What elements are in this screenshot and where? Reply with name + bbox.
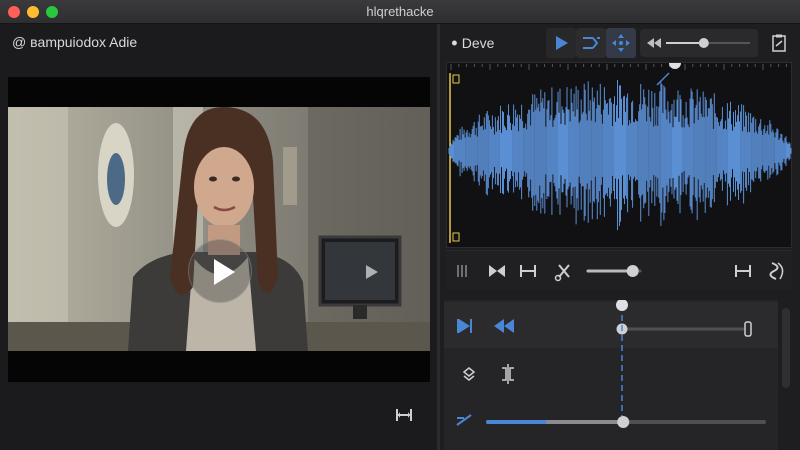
waveform-view[interactable] <box>446 62 792 248</box>
mini-scrubber[interactable] <box>640 29 758 57</box>
zoom-slider-end-handle[interactable] <box>744 321 752 337</box>
play-button[interactable] <box>188 239 252 303</box>
scissors-icon[interactable] <box>554 264 570 282</box>
progress-slider-knob[interactable] <box>617 416 630 428</box>
fit-width-icon[interactable] <box>520 265 536 277</box>
play-icon <box>556 36 568 50</box>
transport-panel <box>444 300 778 450</box>
swirl-icon[interactable] <box>769 262 784 280</box>
video-viewer[interactable] <box>8 77 430 382</box>
move-tool-button[interactable] <box>606 28 636 58</box>
move-icon <box>612 34 630 52</box>
timeline-ruler <box>450 64 787 70</box>
pen-icon[interactable] <box>456 414 472 426</box>
waveform-controls <box>446 250 792 290</box>
fit-width-icon[interactable] <box>395 407 413 423</box>
out-marker-flag <box>452 232 460 242</box>
skip-forward-icon[interactable] <box>457 319 472 333</box>
in-marker-flag <box>452 74 460 84</box>
document-icon[interactable] <box>772 34 786 52</box>
rewind-icon <box>647 38 661 48</box>
cursor-handle[interactable] <box>616 300 628 311</box>
track-label: ꔷ Deve <box>451 35 495 51</box>
shuffle-button[interactable] <box>576 28 606 58</box>
play-mode-button[interactable] <box>546 28 576 58</box>
playhead-line <box>656 72 670 86</box>
audio-editor-pane: ꔷ Deve <box>440 24 800 450</box>
vertical-scrollbar[interactable] <box>782 308 790 388</box>
source-title: @ ʙampuiodox Adie <box>12 34 138 50</box>
video-frame-image <box>8 107 430 351</box>
shuffle-icon <box>583 37 600 49</box>
scrubber-knob[interactable] <box>698 38 709 48</box>
audio-waveform <box>448 79 792 231</box>
video-preview-pane: @ ʙampuiodox Adie <box>0 24 437 450</box>
pause-icon[interactable] <box>457 265 467 277</box>
fit-width-icon[interactable] <box>735 265 751 277</box>
split-icon[interactable] <box>502 364 514 384</box>
volume-knob[interactable] <box>626 265 639 277</box>
layers-icon[interactable] <box>462 367 476 381</box>
rewind-icon[interactable] <box>494 319 514 333</box>
playhead-handle[interactable] <box>669 63 681 69</box>
bowtie-icon[interactable] <box>489 265 505 277</box>
volume-slider[interactable] <box>586 265 642 277</box>
window-title: hlqrethacke <box>366 4 434 19</box>
title-bar: hlqrethacke <box>0 0 800 24</box>
play-icon <box>214 259 235 285</box>
